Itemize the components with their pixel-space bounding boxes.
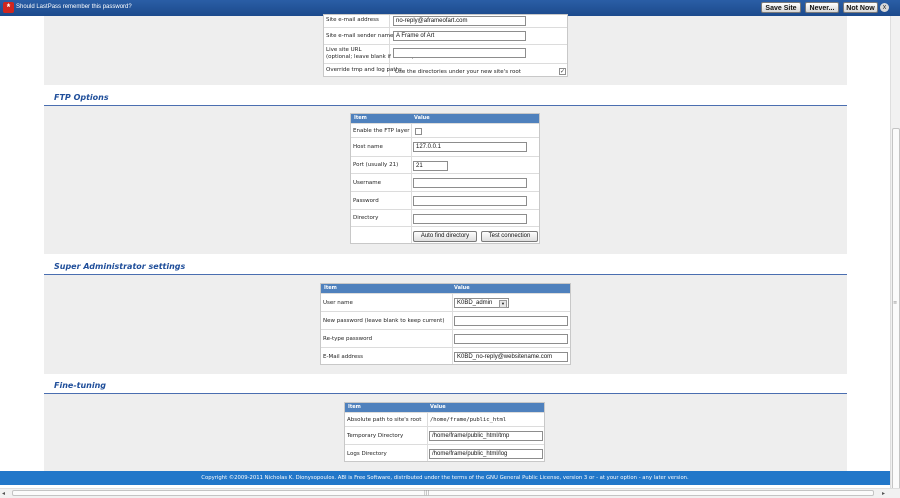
close-icon[interactable]: x: [880, 3, 889, 12]
admin-username-select[interactable]: K0BD_admin ▼: [454, 298, 509, 308]
ftp-password-input[interactable]: [413, 196, 527, 206]
tmp-dir-input[interactable]: /home/frame/public_html/tmp: [429, 431, 543, 441]
table-row: Password: [351, 191, 539, 209]
new-password-input[interactable]: [454, 316, 568, 326]
sender-name-input[interactable]: A Frame of Art: [393, 31, 526, 41]
never-button[interactable]: Never...: [805, 2, 839, 13]
table-row: Enable the FTP layer: [351, 123, 539, 137]
override-paths-label: Override tmp and log paths.: [326, 67, 404, 73]
abs-path-label: Absolute path to site's root: [347, 417, 422, 423]
fine-tuning-table: Item Value Absolute path to site's root …: [344, 402, 545, 462]
table-row: Directory: [351, 209, 539, 226]
super-admin-table: Item Value User name K0BD_admin ▼ New pa…: [320, 283, 571, 365]
table-row: E-Mail address K0BD_no-reply@websitename…: [321, 347, 570, 365]
super-admin-section-title: Super Administrator settings: [54, 262, 186, 271]
ftp-username-label: Username: [353, 180, 382, 186]
ftp-host-input[interactable]: 127.0.0.1: [413, 142, 527, 152]
ftp-port-input[interactable]: 21: [413, 161, 448, 171]
override-paths-text: Use the directories under your new site'…: [395, 69, 521, 75]
retype-password-input[interactable]: [454, 334, 568, 344]
table-row: Username: [351, 173, 539, 191]
super-admin-table-header: Item Value: [321, 284, 570, 293]
site-email-input[interactable]: no-reply@aframeofart.com: [393, 16, 526, 26]
test-connection-button[interactable]: Test connection: [481, 231, 538, 242]
ftp-username-input[interactable]: [413, 178, 527, 188]
site-settings-panel: Site e-mail address no-reply@aframeofart…: [44, 14, 847, 85]
ftp-enable-label: Enable the FTP layer: [353, 128, 410, 134]
vertical-scrollbar[interactable]: ≡: [890, 16, 900, 490]
admin-username-value: K0BD_admin: [457, 300, 493, 306]
vertical-scroll-thumb[interactable]: [892, 128, 900, 490]
table-row: Host name 127.0.0.1: [351, 137, 539, 156]
ftp-password-label: Password: [353, 198, 379, 204]
horizontal-scroll-thumb[interactable]: [12, 490, 874, 496]
admin-email-label: E-Mail address: [323, 354, 363, 360]
save-site-button[interactable]: Save Site: [761, 2, 801, 13]
fine-tuning-header-item: Item: [348, 404, 361, 410]
sender-name-label: Site e-mail sender name: [326, 33, 394, 39]
tmp-dir-label: Temporary Directory: [347, 433, 404, 439]
ftp-header-item: Item: [354, 115, 367, 121]
table-row: Port (usually 21) 21: [351, 156, 539, 173]
ftp-section-title: FTP Options: [54, 93, 109, 102]
fine-tuning-header-value: Value: [430, 404, 446, 410]
lastpass-message: Should LastPass remember this password?: [16, 4, 132, 10]
table-row: User name K0BD_admin ▼: [321, 293, 570, 311]
new-password-label: New password (leave blank to keep curren…: [323, 318, 445, 324]
fine-tuning-panel: Item Value Absolute path to site's root …: [44, 394, 847, 471]
site-settings-table: Site e-mail address no-reply@aframeofart…: [323, 14, 568, 77]
abs-path-value: /home/frame/public_html: [430, 417, 507, 423]
table-row: Auto find directory Test connection: [351, 226, 539, 244]
table-row: Logs Directory /home/frame/public_html/l…: [345, 444, 544, 462]
admin-username-label: User name: [323, 300, 353, 306]
retype-password-label: Re-type password: [323, 336, 373, 342]
override-paths-checkbox[interactable]: ✓: [559, 68, 566, 75]
lastpass-logo-icon: *: [3, 2, 14, 13]
fine-tuning-table-header: Item Value: [345, 403, 544, 412]
chevron-down-icon[interactable]: ▼: [499, 300, 507, 308]
scroll-grip-icon: |||: [424, 490, 430, 496]
table-row: Site e-mail sender name A Frame of Art: [324, 27, 567, 44]
auto-find-directory-button[interactable]: Auto find directory: [413, 231, 477, 242]
admin-email-input[interactable]: K0BD_no-reply@websitename.com: [454, 352, 568, 362]
site-email-label: Site e-mail address: [326, 17, 379, 23]
ftp-table-header: Item Value: [351, 114, 539, 123]
ftp-header-value: Value: [414, 115, 430, 121]
table-row: Re-type password: [321, 329, 570, 347]
ftp-enable-checkbox[interactable]: [415, 128, 422, 135]
ftp-directory-label: Directory: [353, 215, 379, 221]
ftp-host-label: Host name: [353, 144, 383, 150]
table-row: Temporary Directory /home/frame/public_h…: [345, 426, 544, 444]
table-row: Site e-mail address no-reply@aframeofart…: [324, 15, 567, 27]
table-row: Live site URL (optional; leave blank if …: [324, 44, 567, 63]
ftp-directory-input[interactable]: [413, 214, 527, 224]
scroll-grip-icon: ≡: [893, 300, 898, 306]
super-admin-header-value: Value: [454, 285, 470, 291]
ftp-panel: Item Value Enable the FTP layer Host nam…: [44, 106, 847, 254]
table-row: Override tmp and log paths. Use the dire…: [324, 63, 567, 77]
fine-tuning-section-title: Fine-tuning: [54, 381, 107, 390]
page-footer: Copyright ©2009-2011 Nicholas K. Dionyso…: [0, 471, 890, 485]
logs-dir-input[interactable]: /home/frame/public_html/log: [429, 449, 543, 459]
ftp-table: Item Value Enable the FTP layer Host nam…: [350, 113, 540, 244]
not-now-button[interactable]: Not Now: [843, 2, 878, 13]
live-url-label: Live site URL: [326, 47, 362, 53]
super-admin-header-item: Item: [324, 285, 337, 291]
table-row: Absolute path to site's root /home/frame…: [345, 412, 544, 426]
table-row: New password (leave blank to keep curren…: [321, 311, 570, 329]
footer-copyright: Copyright ©2009-2011 Nicholas K. Dionyso…: [201, 475, 689, 481]
super-admin-panel: Item Value User name K0BD_admin ▼ New pa…: [44, 275, 847, 374]
live-url-input[interactable]: [393, 48, 526, 58]
ftp-port-label: Port (usually 21): [353, 162, 399, 168]
logs-dir-label: Logs Directory: [347, 451, 387, 457]
